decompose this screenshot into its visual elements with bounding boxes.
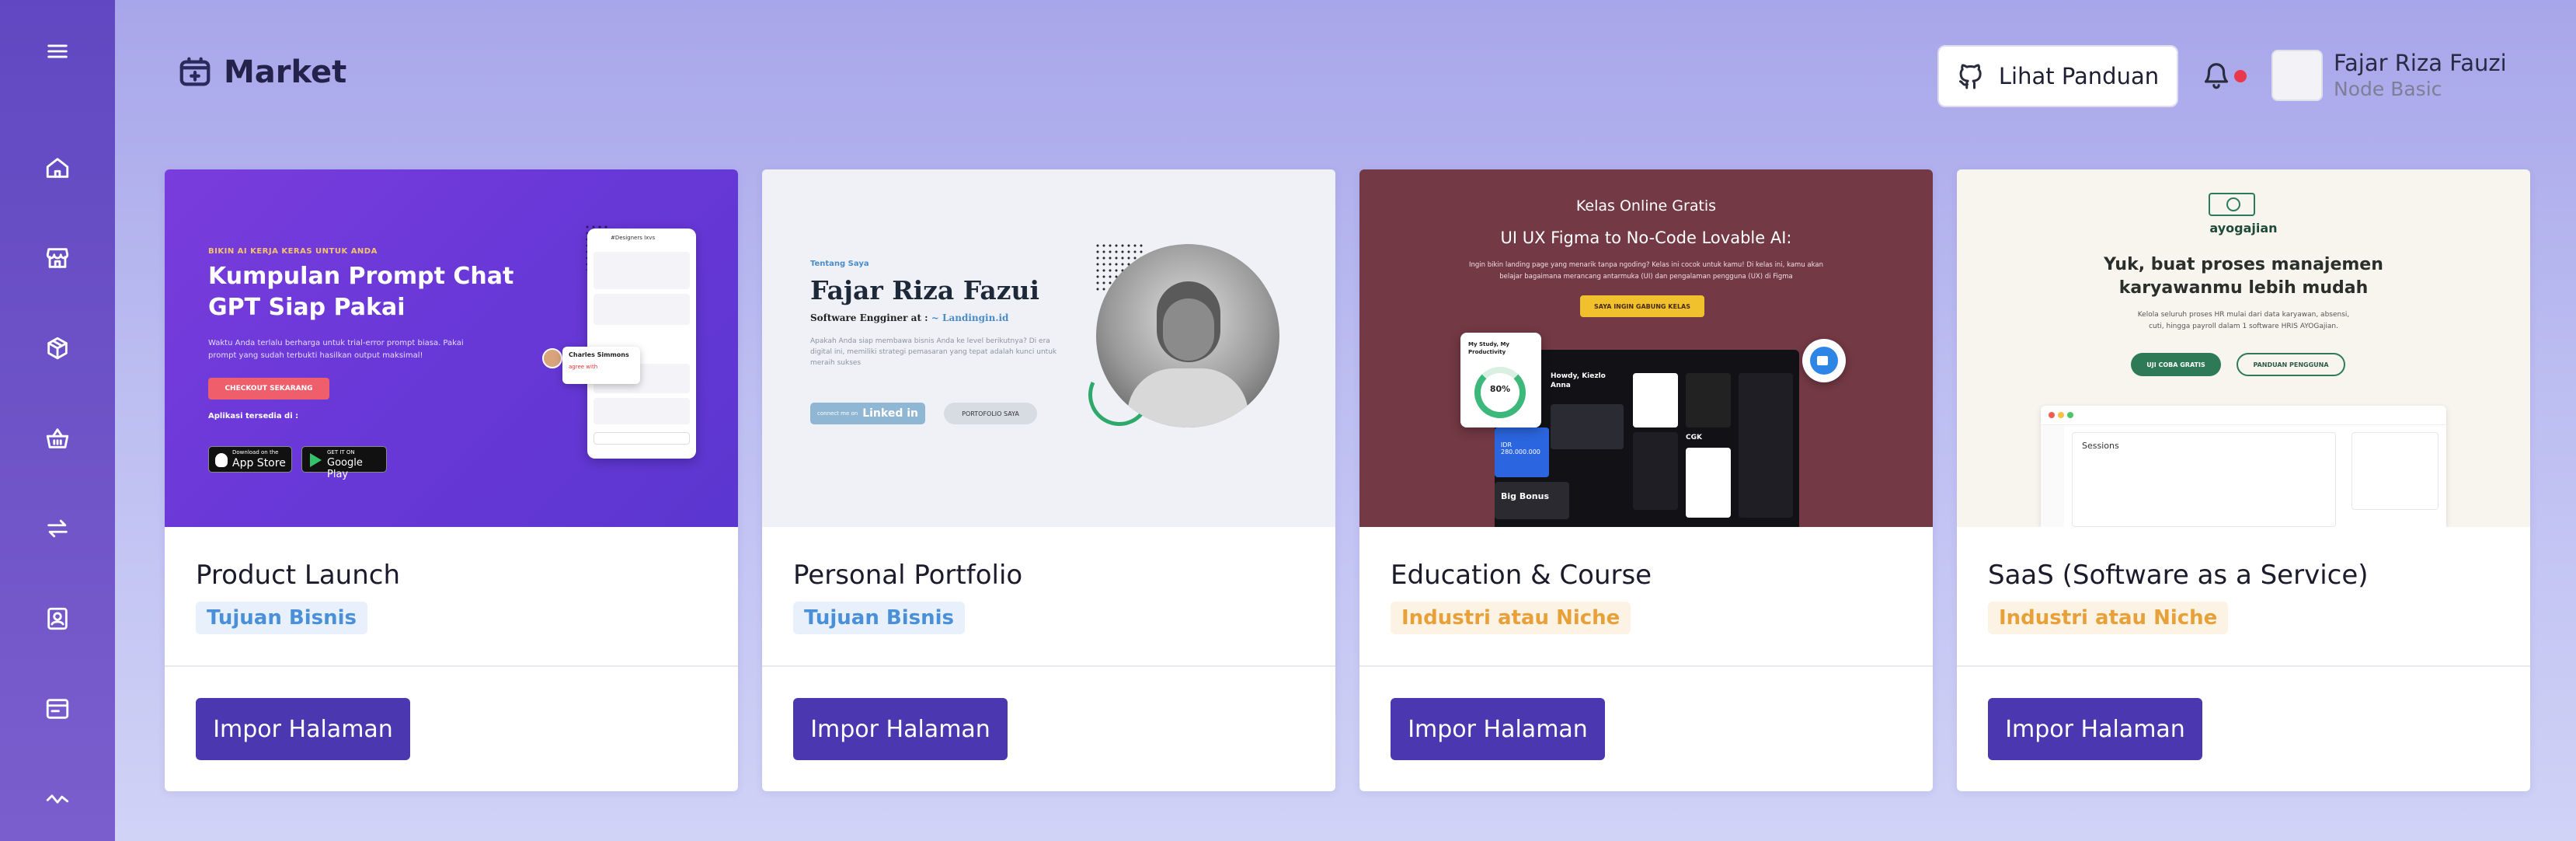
sidebar-item-orders[interactable] <box>34 415 81 462</box>
template-card: ayogajian Yuk, buat proses manajemen kar… <box>1957 169 2530 791</box>
import-page-button[interactable]: Impor Halaman <box>196 698 410 760</box>
transfer-icon <box>47 519 68 538</box>
sidebar-item-transactions[interactable] <box>34 505 81 552</box>
category-tag: Tujuan Bisnis <box>793 602 966 634</box>
guide-button-label: Lihat Panduan <box>1998 63 2160 89</box>
page-title: Market <box>224 54 347 90</box>
card-title: Product Launch <box>196 560 401 591</box>
box-icon <box>47 337 68 360</box>
chat-popup: Charles Simmons agree with <box>562 347 640 384</box>
category-tag: Industri atau Niche <box>1391 602 1631 634</box>
thumb-available: Aplikasi tersedia di : <box>208 412 299 420</box>
template-card: Tentang Saya Fajar Riza Fazui Software E… <box>762 169 1335 791</box>
card-divider <box>762 665 1335 667</box>
sidebar <box>0 0 115 841</box>
appstore-badge: Download on the App Store <box>208 446 292 473</box>
menu-icon <box>47 44 68 58</box>
store-icon <box>179 57 211 86</box>
bell-icon <box>2204 63 2229 89</box>
video-call-badge <box>1802 339 1846 382</box>
linkedin-button: connect me on Linked in <box>810 403 925 424</box>
thumb-eyebrow: Tentang Saya <box>810 260 869 268</box>
thumb-cta: CHECKOUT SEKARANG <box>208 378 329 400</box>
store-icon <box>46 248 69 268</box>
thumb-headline: Kumpulan Prompt Chat GPT Siap Pakai <box>208 263 514 321</box>
page-header: Market <box>177 54 346 90</box>
sidebar-item-products[interactable] <box>34 325 81 372</box>
basket-icon <box>46 428 69 448</box>
googleplay-badge: GET IT ON Google Play <box>301 446 387 480</box>
thumb-eyebrow: Kelas Online Gratis <box>1575 197 1717 215</box>
thumb-headline: Yuk, buat proses manajemen karyawanmu le… <box>2104 255 2383 298</box>
category-tag: Industri atau Niche <box>1988 602 2229 634</box>
github-icon <box>1958 64 1982 89</box>
notification-badge <box>2234 70 2247 82</box>
template-thumbnail: ayogajian Yuk, buat proses manajemen kar… <box>1957 169 2530 527</box>
apple-icon <box>215 453 228 467</box>
thumb-body: Ingin bikin landing page yang menarik ta… <box>1468 261 1824 281</box>
card-divider <box>1359 665 1933 667</box>
user-name: Fajar Riza Fauzi <box>2334 50 2507 76</box>
template-card: BIKIN AI KERJA KERAS UNTUK ANDA Kumpulan… <box>165 169 738 791</box>
sidebar-item-analytics[interactable] <box>34 776 81 822</box>
template-thumbnail: Kelas Online Gratis UI UX Figma to No-Co… <box>1359 169 1933 527</box>
thumb-body: Waktu Anda terlalu berharga untuk trial-… <box>208 339 464 360</box>
card-title: SaaS (Software as a Service) <box>1988 560 2369 591</box>
thumb-cta-primary: UJI COBA GRATIS <box>2131 353 2221 376</box>
avatar[interactable] <box>2271 50 2323 101</box>
card-divider <box>165 665 738 667</box>
guide-button[interactable]: Lihat Panduan <box>1937 45 2178 107</box>
sidebar-item-pages[interactable] <box>34 686 81 732</box>
portfolio-button: PORTOFOLIO SAYA <box>944 403 1037 424</box>
home-icon <box>46 158 69 178</box>
import-page-button[interactable]: Impor Halaman <box>1391 698 1605 760</box>
contact-icon <box>47 607 68 630</box>
brand-name: ayogajian <box>2209 221 2278 236</box>
notification-button[interactable] <box>2202 61 2237 96</box>
template-card: Kelas Online Gratis UI UX Figma to No-Co… <box>1359 169 1933 791</box>
card-divider <box>1957 665 2530 667</box>
template-thumbnail: Tentang Saya Fajar Riza Fazui Software E… <box>762 169 1335 527</box>
thumb-cta: SAYA INGIN GABUNG KELAS <box>1580 295 1704 317</box>
card-title: Personal Portfolio <box>793 560 1023 591</box>
thumb-body: Kelola seluruh proses HR mulai dari data… <box>2137 311 2350 330</box>
user-plan: Node Basic <box>2334 78 2442 100</box>
sidebar-item-market[interactable] <box>34 235 81 281</box>
browser-icon <box>46 699 69 719</box>
card-title: Education & Course <box>1391 560 1652 591</box>
category-tag: Tujuan Bisnis <box>196 602 368 634</box>
app-mockup: Sessions <box>2041 406 2446 527</box>
study-widget: My Study, My Productivity 80% <box>1460 333 1541 427</box>
thumb-role: Software Engginer at : ~ Landingin.id <box>810 312 1009 323</box>
thumb-body: Apakah Anda siap membawa bisnis Anda ke … <box>810 337 1057 367</box>
chat-avatar <box>542 348 562 368</box>
thumb-cta-secondary: PANDUAN PENGGUNA <box>2237 353 2345 376</box>
template-thumbnail: BIKIN AI KERJA KERAS UNTUK ANDA Kumpulan… <box>165 169 738 527</box>
sidebar-item-home[interactable] <box>34 145 81 191</box>
thumb-name: Fajar Riza Fazui <box>810 275 1040 305</box>
menu-toggle-button[interactable] <box>34 28 81 75</box>
sidebar-item-contacts[interactable] <box>34 595 81 642</box>
profile-photo <box>1096 244 1279 427</box>
activity-icon <box>46 794 69 804</box>
phone-mockup: #Designers Ixvs <box>587 229 696 459</box>
play-icon <box>310 453 322 467</box>
import-page-button[interactable]: Impor Halaman <box>1988 698 2202 760</box>
thumb-eyebrow: BIKIN AI KERJA KERAS UNTUK ANDA <box>208 247 378 256</box>
thumb-headline: UI UX Figma to No-Code Lovable AI: <box>1500 229 1792 247</box>
brand-logo-icon <box>2209 193 2255 216</box>
import-page-button[interactable]: Impor Halaman <box>793 698 1008 760</box>
